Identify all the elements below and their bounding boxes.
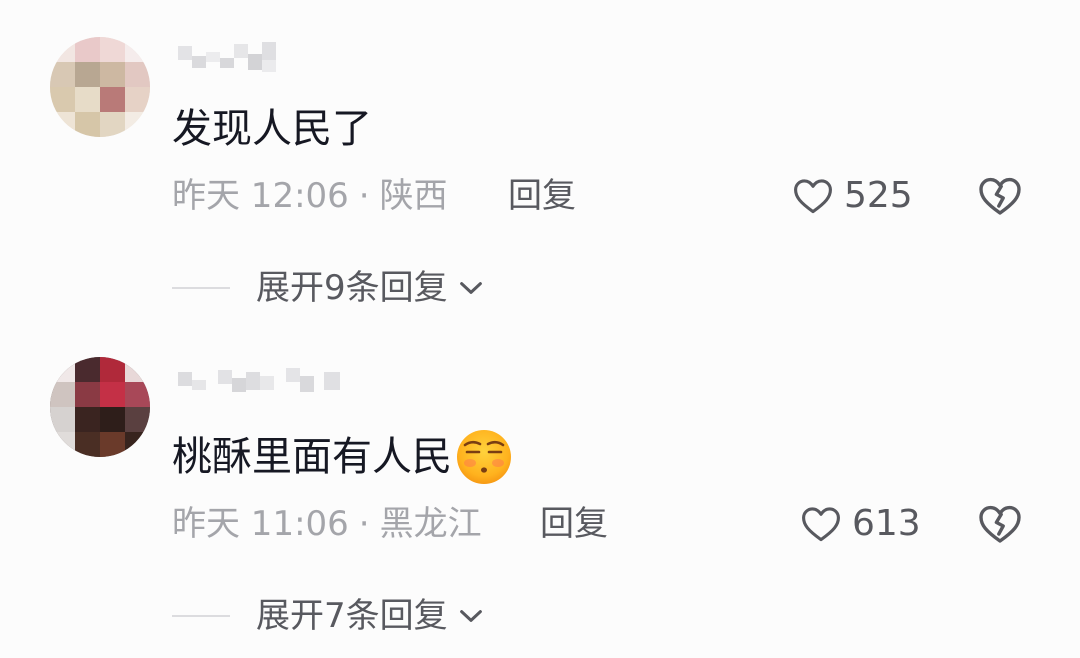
comment-meta: 昨天 12:06 · 陕西: [172, 174, 448, 218]
comment-time: 昨天 11:06: [172, 504, 349, 544]
expand-replies[interactable]: 展开7条回复: [172, 594, 486, 638]
comment-text: 发现人民了: [172, 103, 372, 155]
divider-line: [172, 615, 230, 617]
meta-separator: ·: [358, 176, 370, 216]
broken-heart-icon: [979, 505, 1021, 543]
username-blurred[interactable]: [178, 362, 368, 402]
like-count: 525: [844, 175, 913, 216]
expand-replies-label: 展开7条回复: [256, 596, 448, 636]
like-count: 613: [852, 503, 921, 544]
heart-outline-icon: [802, 507, 840, 542]
meta-separator: ·: [358, 504, 370, 544]
chevron-down-icon: [459, 282, 482, 294]
avatar[interactable]: [50, 357, 150, 457]
like-button[interactable]: 525: [790, 174, 913, 218]
dislike-button[interactable]: [976, 500, 1024, 548]
broken-heart-icon: [979, 177, 1021, 215]
comment-location: 黑龙江: [379, 504, 482, 544]
heart-outline-icon: [794, 179, 832, 214]
unamused-face-emoji-icon: [457, 430, 511, 484]
username-blurred[interactable]: [178, 38, 298, 78]
avatar[interactable]: [50, 37, 150, 137]
comment-text-content: 桃酥里面有人民: [172, 434, 452, 480]
comment-meta: 昨天 11:06 · 黑龙江: [172, 502, 482, 546]
comment-time: 昨天 12:06: [172, 176, 349, 216]
chevron-down-icon: [459, 610, 482, 622]
expand-replies-label: 展开9条回复: [256, 268, 448, 308]
comment-location: 陕西: [379, 176, 448, 216]
reply-button[interactable]: 回复: [540, 502, 608, 546]
expand-replies[interactable]: 展开9条回复: [172, 266, 486, 310]
reply-button[interactable]: 回复: [508, 174, 576, 218]
comment-text-content: 发现人民了: [172, 106, 372, 152]
divider-line: [172, 287, 230, 289]
like-button[interactable]: 613: [798, 502, 921, 546]
dislike-button[interactable]: [976, 172, 1024, 220]
comment-text: 桃酥里面有人民: [172, 427, 514, 487]
